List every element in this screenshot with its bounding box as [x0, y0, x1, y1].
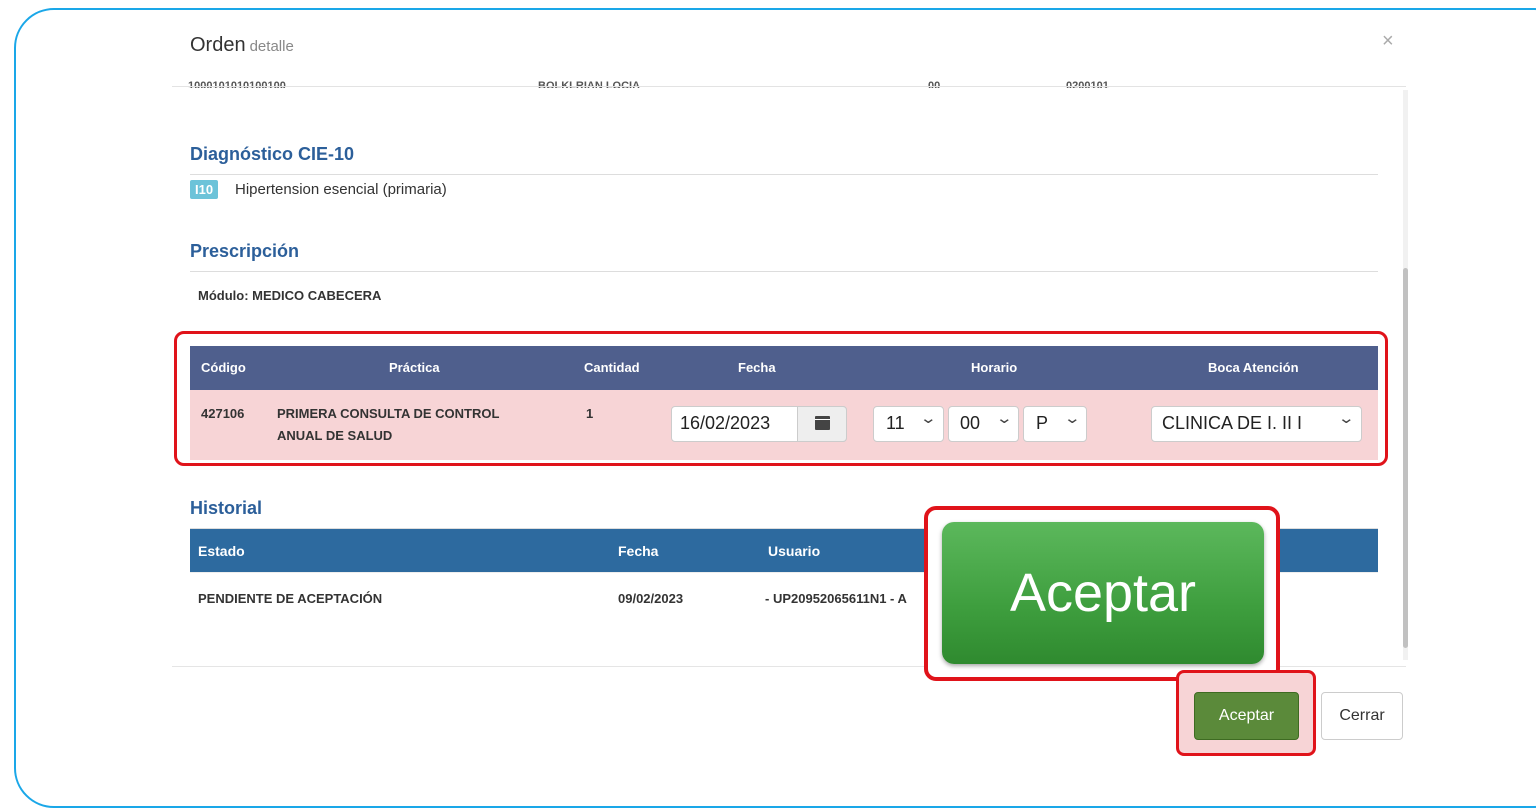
cell-usuario: - UP20952065611N1 - A — [765, 591, 907, 606]
zoom-accept-button[interactable]: Aceptar — [942, 522, 1264, 664]
scrollbar-thumb[interactable] — [1403, 268, 1408, 648]
modal-title: Orden detalle — [190, 34, 294, 57]
diagnostico-title: Diagnóstico CIE-10 — [190, 144, 355, 164]
close-button[interactable]: Cerrar — [1321, 692, 1403, 740]
cell-estado: PENDIENTE DE ACEPTACIÓN — [198, 591, 383, 606]
modal-title-main: Orden — [190, 34, 246, 56]
prescripcion-title: Prescripción — [190, 241, 300, 261]
section-divider — [190, 174, 1378, 175]
accept-button[interactable]: Aceptar — [1194, 692, 1299, 740]
prescription-highlight-box — [174, 331, 1388, 466]
header-estado: Estado — [198, 543, 245, 559]
cell-fecha: 09/02/2023 — [618, 591, 684, 606]
modal-subtitle: detalle — [249, 38, 294, 55]
modal-header-divider — [172, 86, 1406, 87]
header-usuario: Usuario — [768, 543, 821, 559]
historial-title: Historial — [190, 498, 263, 518]
cie-code-badge: I10 — [190, 180, 219, 199]
cie-description: Hipertension esencial (primaria) — [235, 181, 447, 198]
modulo-label: Módulo: MEDICO CABECERA — [198, 288, 382, 303]
section-divider — [190, 271, 1378, 272]
header-fecha: Fecha — [618, 543, 659, 559]
close-icon[interactable]: × — [1382, 30, 1394, 53]
